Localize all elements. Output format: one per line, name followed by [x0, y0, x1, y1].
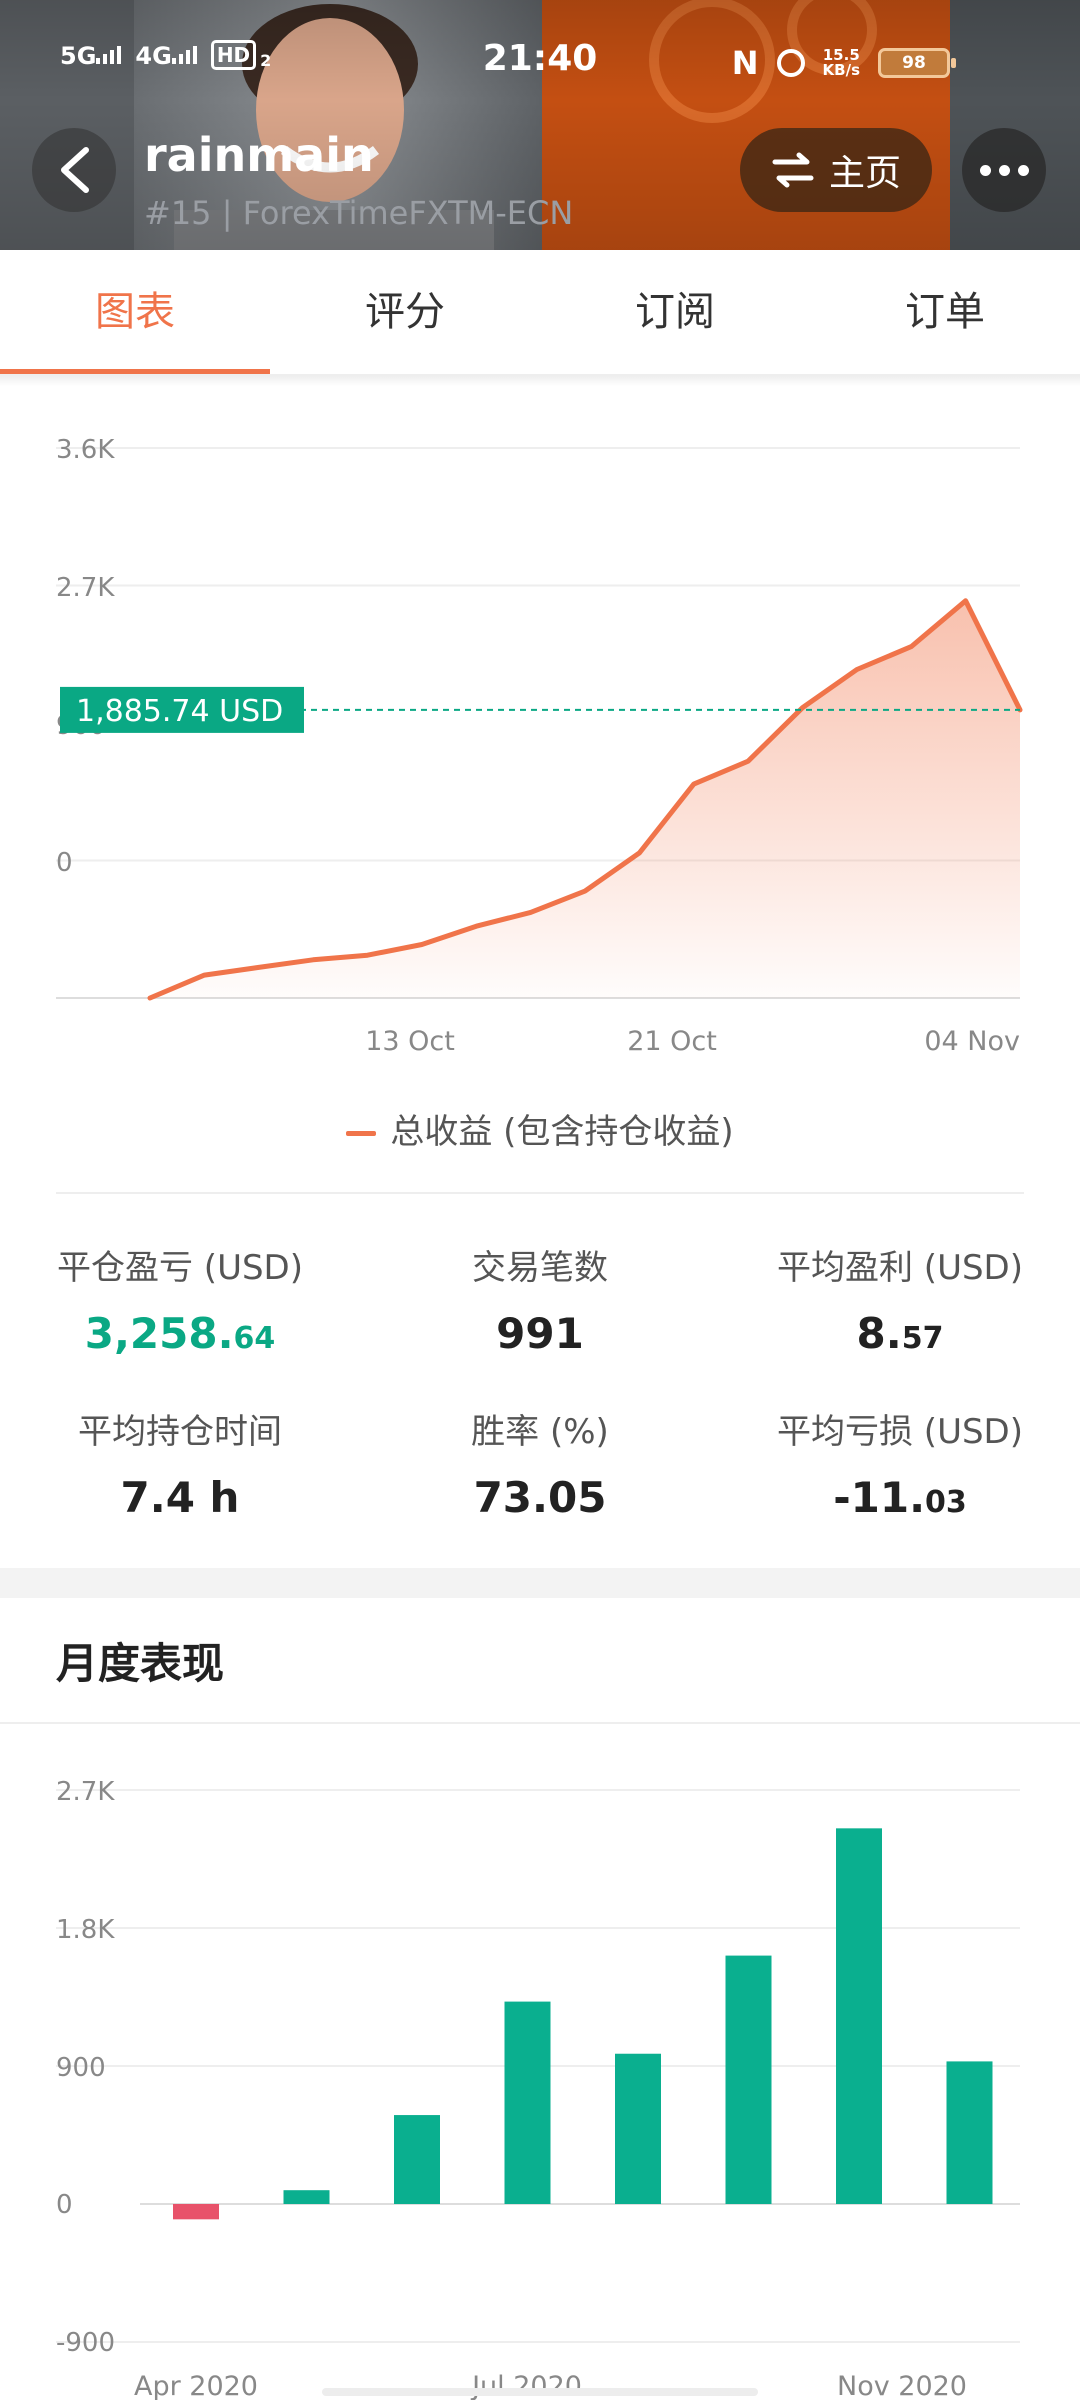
- stat-label: 平均盈利 (USD): [777, 1248, 1023, 1288]
- trader-name: rainmain: [144, 128, 374, 182]
- switch-icon: [772, 152, 814, 188]
- stat-avg-profit: 平均盈利 (USD) 8.57: [720, 1240, 1080, 1358]
- legend-swatch: [346, 1131, 377, 1136]
- stat-value: 3,258.64: [84, 1309, 276, 1358]
- x-tick-label: 13 Oct: [365, 1026, 455, 1057]
- battery-icon: 98: [878, 48, 956, 78]
- x-tick-label: 21 Oct: [627, 1026, 717, 1057]
- monthly-performance-title: 月度表现: [56, 1639, 225, 1688]
- y-tick-label: 900: [56, 2053, 106, 2083]
- stat-value: 8.57: [856, 1309, 944, 1358]
- status-bar: 5G 4G HD 2 21:40 N 15.5 KB/s 98: [0, 0, 1080, 120]
- stat-label: 平均亏损 (USD): [777, 1412, 1023, 1452]
- bar: [836, 1828, 882, 2204]
- tab-rating[interactable]: 评分: [270, 250, 540, 374]
- bar: [504, 2001, 551, 2204]
- y-tick-label: 0: [56, 848, 73, 878]
- monthly-bar-chart: 2.7K 1.8K 900 0 -900 Apr 2020 Jul 2020 N…: [56, 1777, 1020, 2400]
- equity-chart: 3.6K 2.7K 900 0 1,885.74 USD 13 Oct 21 O…: [56, 435, 1023, 1057]
- stat-closed-pnl: 平仓盈亏 (USD) 3,258.64: [0, 1240, 360, 1358]
- trader-rank-broker: #15 | ForexTimeFXTM-ECN: [144, 194, 574, 232]
- stat-value: -11.03: [833, 1473, 967, 1522]
- divider: [56, 1192, 1024, 1194]
- y-tick-label: 2.7K: [56, 1777, 115, 1807]
- alarm-icon: [776, 49, 805, 77]
- tab-subscribe[interactable]: 订阅: [540, 250, 810, 374]
- bar: [394, 2115, 440, 2204]
- bar: [725, 1955, 772, 2204]
- page-scrollbar[interactable]: [322, 2388, 758, 2396]
- stat-avg-hold-time: 平均持仓时间 7.4 h: [0, 1404, 360, 1522]
- y-tick-label: 0: [56, 2190, 73, 2220]
- stat-value: 73.05: [473, 1473, 607, 1522]
- y-tick-label: 2.7K: [56, 573, 115, 603]
- y-tick-label: 3.6K: [56, 435, 115, 465]
- stat-win-rate: 胜率 (%) 73.05: [360, 1404, 720, 1522]
- equity-area: [150, 600, 1020, 998]
- stat-label: 胜率 (%): [471, 1412, 609, 1452]
- home-button[interactable]: 主页: [740, 128, 932, 212]
- profile-header: 5G 4G HD 2 21:40 N 15.5 KB/s 98 rainmain #…: [0, 0, 1080, 250]
- equity-legend: 总收益 (包含持仓收益): [0, 1104, 1080, 1153]
- equity-x-axis: 13 Oct 21 Oct 04 Nov: [365, 1026, 1020, 1057]
- bar-y-axis: 2.7K 1.8K 900 0 -900: [56, 1777, 115, 2358]
- y-tick-label: 1.8K: [56, 1915, 115, 1945]
- x-tick-label: Nov 2020: [837, 2371, 967, 2400]
- tab-chart[interactable]: 图表: [0, 250, 270, 374]
- stat-value: 991: [496, 1309, 584, 1358]
- back-button[interactable]: [32, 128, 116, 212]
- bar: [946, 2061, 993, 2204]
- status-icons: N 15.5 KB/s 98: [731, 44, 956, 82]
- bars: [173, 1828, 993, 2220]
- nfc-icon: N: [731, 44, 759, 82]
- stat-label: 交易笔数: [472, 1248, 608, 1288]
- stat-value: 7.4 h: [120, 1473, 240, 1522]
- more-options-button[interactable]: [962, 128, 1046, 212]
- tab-shadow: [0, 376, 1080, 386]
- x-tick-label: 04 Nov: [924, 1026, 1020, 1057]
- bar: [173, 2204, 219, 2220]
- network-speed: 15.5 KB/s: [822, 46, 860, 79]
- section-gap: [0, 1568, 1080, 1598]
- bar: [615, 2053, 661, 2204]
- legend-label: 总收益 (包含持仓收益): [390, 1112, 734, 1152]
- stat-trade-count: 交易笔数 991: [360, 1240, 720, 1358]
- home-button-label: 主页: [828, 153, 901, 194]
- stat-label: 平均持仓时间: [78, 1412, 282, 1452]
- dot: [998, 164, 1010, 176]
- tab-orders[interactable]: 订单: [810, 250, 1080, 374]
- divider: [0, 1722, 1080, 1724]
- x-tick-label: Apr 2020: [134, 2371, 258, 2400]
- equity-y-axis: 3.6K 2.7K 900 0: [56, 435, 115, 878]
- current-value-label: 1,885.74 USD: [76, 694, 283, 729]
- chevron-left-icon: [61, 147, 89, 193]
- stat-label: 平仓盈亏 (USD): [57, 1248, 303, 1288]
- dot: [1017, 164, 1029, 176]
- dot: [979, 164, 991, 176]
- bar: [283, 2190, 330, 2204]
- stat-avg-loss: 平均亏损 (USD) -11.03: [720, 1404, 1080, 1522]
- tab-bar: 图表 评分 订阅 订单: [0, 250, 1080, 376]
- y-tick-label: -900: [56, 2328, 115, 2358]
